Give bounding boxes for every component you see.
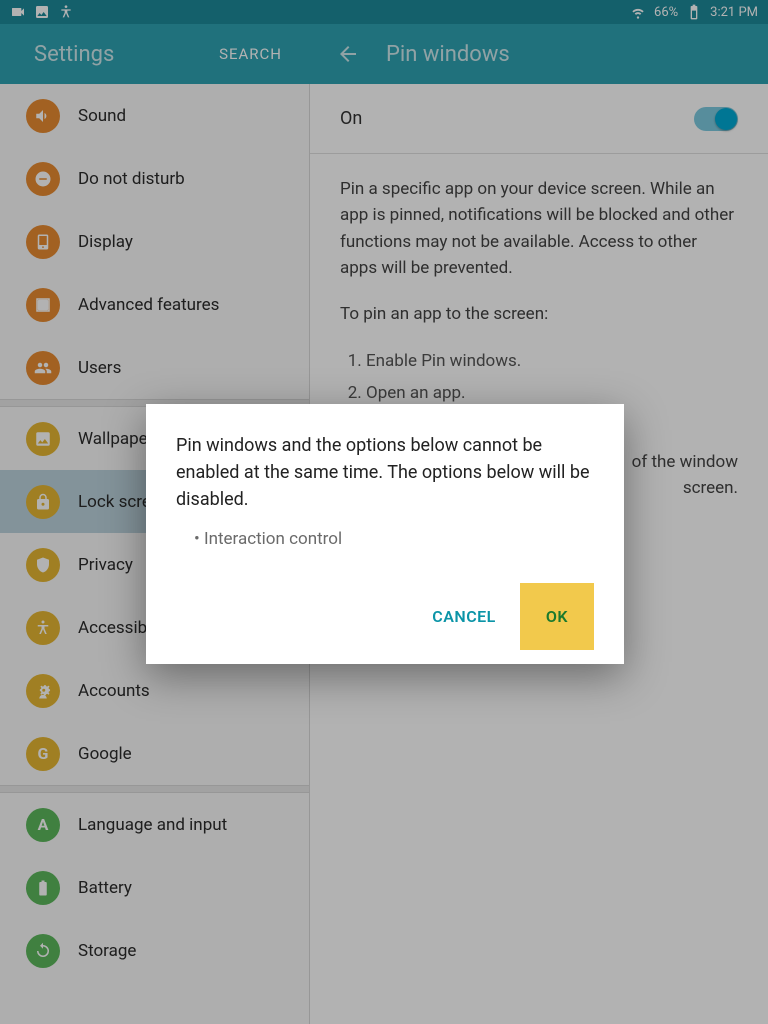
ok-button[interactable]: OK <box>520 583 594 650</box>
cancel-button[interactable]: CANCEL <box>414 587 514 646</box>
dialog-message: Pin windows and the options below cannot… <box>176 432 594 513</box>
dialog-bullet: • Interaction control <box>176 529 594 549</box>
confirm-dialog: Pin windows and the options below cannot… <box>146 404 624 664</box>
